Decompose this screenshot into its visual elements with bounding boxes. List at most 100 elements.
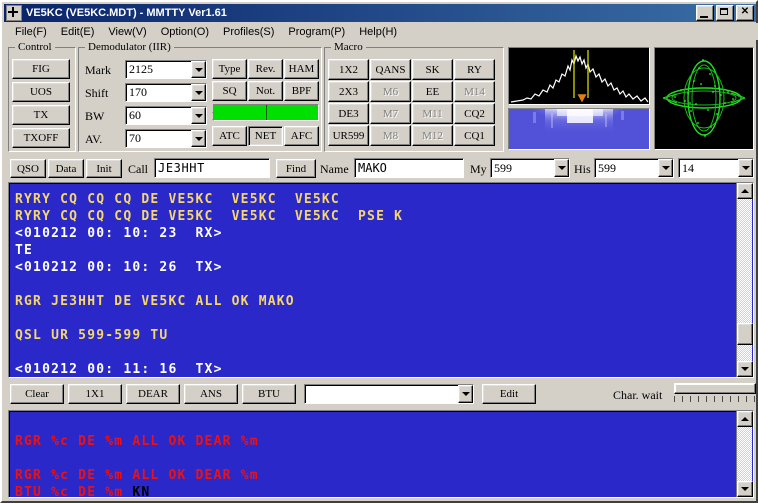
atc-button[interactable]: ATC [212, 126, 247, 146]
band-combo[interactable]: 14 [678, 158, 754, 178]
menu-option[interactable]: Option(O) [154, 25, 216, 39]
menu-view[interactable]: View(V) [101, 25, 153, 39]
macro-button-ry[interactable]: RY [454, 59, 495, 80]
transmit-scrollbar[interactable] [736, 411, 752, 497]
rev-button[interactable]: Rev. [248, 59, 283, 79]
maximize-button[interactable] [716, 5, 734, 21]
char-wait-slider-thumb[interactable] [674, 383, 756, 394]
uos-button[interactable]: UOS [12, 82, 70, 102]
sq-button[interactable]: SQ [212, 81, 247, 101]
macro-select-combo[interactable] [304, 384, 474, 404]
not-button[interactable]: Not. [248, 81, 283, 101]
chevron-down-icon[interactable] [554, 159, 569, 177]
minimize-button[interactable] [696, 5, 714, 21]
afc-button[interactable]: AFC [284, 126, 319, 146]
menu-edit[interactable]: Edit(E) [54, 25, 102, 39]
my-rst-combo[interactable]: 599 [490, 158, 570, 178]
receive-scrollbar[interactable] [736, 183, 752, 377]
init-button[interactable]: Init [86, 159, 122, 178]
receive-line: <010212 00: 11: 16 TX> [15, 361, 753, 378]
menu-bar: File(F) Edit(E) View(V) Option(O) Profil… [4, 23, 758, 40]
menu-help[interactable]: Help(H) [352, 25, 404, 39]
bw-label: BW [85, 109, 104, 124]
macro-button-m6: M6 [370, 81, 411, 102]
macro-button-m12: M12 [412, 125, 453, 146]
macro-button-ee[interactable]: EE [412, 81, 453, 102]
data-button[interactable]: Data [48, 159, 84, 178]
chevron-down-icon[interactable] [458, 385, 473, 403]
fig-button[interactable]: FIG [12, 59, 70, 79]
txoff-button[interactable]: TXOFF [12, 128, 70, 148]
transmit-text-area[interactable]: RGR %c DE %m ALL OK DEAR %m RGR %c DE %m… [8, 410, 754, 498]
scroll-down-icon[interactable] [737, 361, 753, 377]
spectrum-scope[interactable] [508, 47, 650, 105]
ham-button[interactable]: HAM [284, 59, 319, 79]
chevron-down-icon[interactable] [191, 107, 206, 124]
call-input[interactable]: JE3HHT [154, 158, 270, 178]
mark-combo[interactable]: 2125 [125, 60, 207, 79]
chevron-down-icon[interactable] [191, 84, 206, 101]
scroll-up-icon[interactable] [737, 411, 753, 427]
bw-combo[interactable]: 60 [125, 106, 207, 125]
transmit-line: RGR %c DE %m ALL OK DEAR %m [15, 433, 753, 450]
chevron-down-icon[interactable] [658, 159, 673, 177]
shift-combo[interactable]: 170 [125, 83, 207, 102]
edit-button[interactable]: Edit [482, 384, 536, 404]
macro-button-cq1[interactable]: CQ1 [454, 125, 495, 146]
macro-group-label: Macro [331, 41, 366, 53]
macro-button-qans[interactable]: QANS [370, 59, 411, 80]
bpf-button[interactable]: BPF [284, 81, 319, 101]
type-button[interactable]: Type [212, 59, 247, 79]
window-title: VE5KC (VE5KC.MDT) - MMTTY Ver1.61 [26, 7, 227, 19]
xy-tuning-scope[interactable] [654, 47, 754, 150]
macro-btu-button[interactable]: BTU [242, 384, 296, 404]
title-bar: VE5KC (VE5KC.MDT) - MMTTY Ver1.61 ✕ [4, 4, 756, 22]
macro-button-1x2[interactable]: 1X2 [328, 59, 369, 80]
macro-button-cq2[interactable]: CQ2 [454, 103, 495, 124]
crosshair-icon[interactable] [6, 5, 22, 21]
receive-text-area[interactable]: RYRY CQ CQ CQ DE VE5KC VE5KC VE5KCRYRY C… [8, 182, 754, 378]
his-rst-combo[interactable]: 599 [594, 158, 674, 178]
macro-button-2x3[interactable]: 2X3 [328, 81, 369, 102]
receive-line: RGR JE3HHT DE VE5KC ALL OK MAKO [15, 293, 753, 310]
close-button[interactable]: ✕ [736, 5, 754, 21]
demodulator-group-label: Demodulator (IIR) [85, 41, 174, 53]
net-button[interactable]: NET [248, 126, 283, 146]
qso-button[interactable]: QSO [10, 159, 46, 178]
chevron-down-icon[interactable] [738, 159, 753, 177]
receive-line: RYRY CQ CQ CQ DE VE5KC VE5KC VE5KC PSE K [15, 208, 753, 225]
tx-button[interactable]: TX [12, 105, 70, 125]
scroll-up-icon[interactable] [737, 183, 753, 199]
macro-ans-button[interactable]: ANS [184, 384, 238, 404]
macro-dear-button[interactable]: DEAR [126, 384, 180, 404]
transmit-line [15, 450, 753, 467]
receive-line [15, 310, 753, 327]
call-label: Call [128, 162, 148, 177]
transmit-line: RGR %c DE %m ALL OK DEAR %m [15, 467, 753, 484]
macro-button-sk[interactable]: SK [412, 59, 453, 80]
band-value: 14 [679, 161, 738, 176]
mark-label: Mark [85, 63, 111, 78]
clear-button[interactable]: Clear [10, 384, 64, 404]
char-wait-label: Char. wait [613, 388, 662, 403]
his-label: His [574, 162, 591, 177]
menu-profiles[interactable]: Profiles(S) [216, 25, 281, 39]
macro-button-m11: M11 [412, 103, 453, 124]
scroll-down-icon[interactable] [737, 481, 753, 497]
char-wait-slider[interactable] [674, 383, 756, 403]
macro-button-ur599[interactable]: UR599 [328, 125, 369, 146]
macro-button-de3[interactable]: DE3 [328, 103, 369, 124]
scrollbar-thumb[interactable] [737, 323, 753, 345]
chevron-down-icon[interactable] [191, 61, 206, 78]
find-button[interactable]: Find [276, 159, 316, 178]
chevron-down-icon[interactable] [191, 130, 206, 147]
scrollbar-track[interactable] [737, 427, 752, 481]
av-combo[interactable]: 70 [125, 129, 207, 148]
char-wait-slider-ticks [674, 396, 756, 402]
macro-1x1-button[interactable]: 1X1 [68, 384, 122, 404]
menu-file[interactable]: File(F) [8, 25, 54, 39]
name-input[interactable]: MAKO [354, 158, 464, 178]
menu-program[interactable]: Program(P) [281, 25, 352, 39]
waterfall-display[interactable] [508, 108, 650, 150]
transmit-segment: KN [132, 485, 150, 498]
